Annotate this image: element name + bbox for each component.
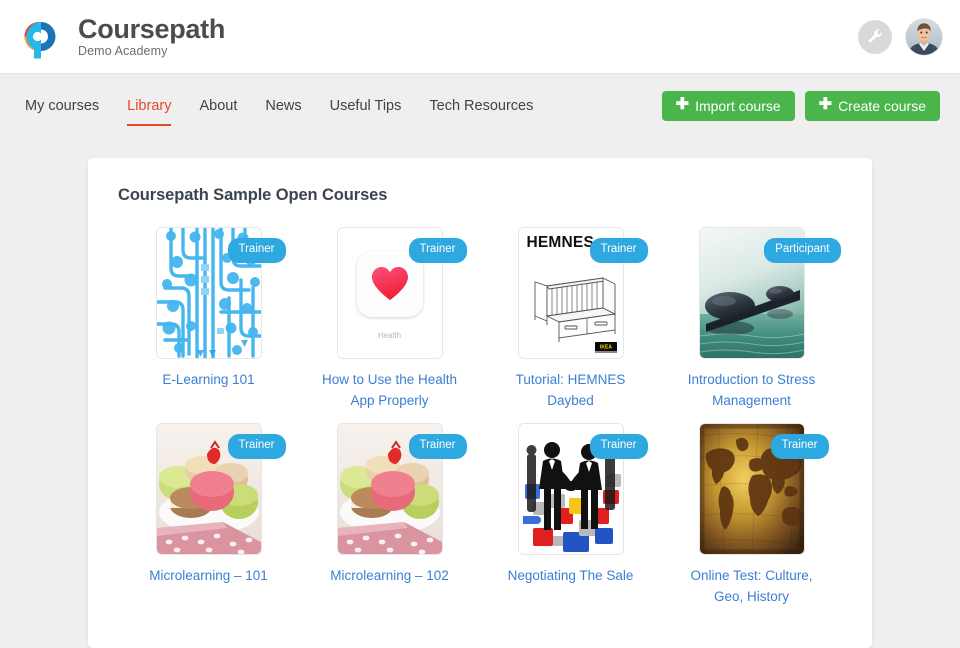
- course-role-badge: Trainer: [408, 434, 467, 459]
- user-avatar[interactable]: [906, 18, 942, 55]
- wrench-icon: [868, 29, 882, 43]
- primary-navbar: My courses Library About News Useful Tip…: [0, 74, 960, 138]
- brand-subtitle: Demo Academy: [78, 44, 168, 59]
- course-role-badge: Participant: [764, 238, 841, 263]
- course-title[interactable]: E-Learning 101: [162, 370, 254, 391]
- nav-item-about[interactable]: About: [185, 92, 251, 121]
- import-course-label: Import course: [695, 98, 781, 114]
- app-header: Coursepath Demo Academy: [0, 0, 960, 74]
- course-role-badge: Trainer: [408, 238, 467, 263]
- nav-item-tech-resources[interactable]: Tech Resources: [415, 92, 547, 121]
- nav-item-news[interactable]: News: [251, 92, 315, 121]
- course-library-panel: Coursepath Sample Open Courses Trainer E…: [88, 158, 872, 648]
- course-role-badge: Trainer: [227, 238, 286, 263]
- course-thumbnail-wrap: Trainer: [698, 423, 829, 556]
- course-title[interactable]: Introduction to Stress Management: [677, 370, 827, 411]
- create-course-button[interactable]: ✚ Create course: [804, 91, 940, 121]
- heart-icon: [371, 267, 408, 300]
- course-card-microlearning-101[interactable]: Trainer Microlearning – 101: [118, 423, 299, 619]
- course-thumbnail-wrap: Health Trainer: [336, 227, 467, 359]
- nav-item-useful-tips[interactable]: Useful Tips: [316, 92, 416, 121]
- wrench-icon-button[interactable]: [858, 19, 892, 54]
- course-grid: Trainer E-Learning 101 Health Trainer Ho…: [118, 227, 842, 619]
- create-course-label: Create course: [838, 98, 926, 114]
- course-thumbnail-wrap: Trainer: [155, 227, 286, 359]
- course-card-stress-management[interactable]: Participant Introduction to Stress Manag…: [661, 227, 842, 423]
- course-title[interactable]: Microlearning – 102: [330, 566, 449, 587]
- course-thumbnail-wrap: Participant: [698, 227, 841, 359]
- svg-text:IKEA: IKEA: [600, 344, 612, 350]
- course-thumbnail-wrap: Trainer: [517, 423, 648, 556]
- health-app-label: Health: [377, 330, 402, 340]
- plus-icon: ✚: [675, 96, 690, 113]
- ikea-logo-icon: IKEA: [594, 342, 617, 353]
- course-thumbnail-wrap: HEMNES IKEA Trainer: [517, 227, 648, 359]
- course-card-health-app[interactable]: Health Trainer How to Use the Health App…: [299, 227, 480, 423]
- cp-monogram-logo-icon: [14, 13, 66, 61]
- header-actions: [858, 18, 942, 55]
- course-title[interactable]: Microlearning – 101: [149, 566, 268, 587]
- course-thumbnail-wrap: Trainer: [336, 423, 467, 556]
- course-title[interactable]: Online Test: Culture, Geo, History: [677, 566, 827, 607]
- import-course-button[interactable]: ✚ Import course: [661, 91, 795, 121]
- course-title[interactable]: Negotiating The Sale: [508, 566, 634, 587]
- brand-title: Coursepath: [78, 13, 226, 44]
- course-thumbnail-wrap: Trainer: [155, 423, 286, 556]
- course-card-e-learning-101[interactable]: Trainer E-Learning 101: [118, 227, 299, 423]
- page-title: Coursepath Sample Open Courses: [118, 186, 388, 204]
- course-card-hemnes-daybed[interactable]: HEMNES IKEA Trainer Tutorial: HEMNES Day…: [480, 227, 661, 423]
- nav-item-list: My courses Library About News Useful Tip…: [11, 92, 547, 126]
- course-card-online-test[interactable]: Trainer Online Test: Culture, Geo, Histo…: [661, 423, 842, 619]
- course-role-badge: Trainer: [770, 434, 829, 459]
- course-card-microlearning-102[interactable]: Trainer Microlearning – 102: [299, 423, 480, 619]
- nav-item-library[interactable]: Library: [113, 92, 185, 126]
- course-role-badge: Trainer: [227, 434, 286, 459]
- course-title[interactable]: Tutorial: HEMNES Daybed: [496, 370, 646, 411]
- brand-text: Coursepath Demo Academy: [78, 13, 226, 59]
- course-role-badge: Trainer: [589, 238, 648, 263]
- content-area: Coursepath Sample Open Courses Trainer E…: [0, 138, 960, 648]
- plus-icon: ✚: [818, 96, 833, 113]
- course-card-negotiating-the-sale[interactable]: Trainer Negotiating The Sale: [480, 423, 661, 619]
- brand-logo-group[interactable]: Coursepath Demo Academy: [14, 13, 225, 61]
- course-title[interactable]: How to Use the Health App Properly: [315, 370, 465, 411]
- nav-item-my-courses[interactable]: My courses: [11, 92, 113, 121]
- nav-action-buttons: ✚ Import course ✚ Create course: [661, 91, 940, 121]
- course-role-badge: Trainer: [589, 434, 648, 459]
